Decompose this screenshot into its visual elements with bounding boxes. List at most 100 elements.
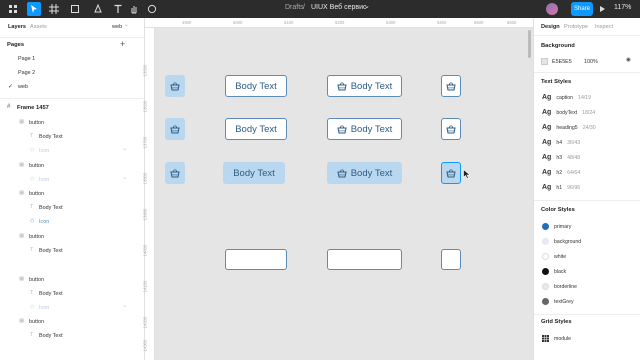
ag-icon: Ag bbox=[542, 124, 552, 131]
text-style-item[interactable]: Ag h1 96/96 bbox=[542, 184, 580, 191]
divider bbox=[0, 98, 144, 99]
text-style-name: heading5 bbox=[556, 124, 578, 131]
layer-icon[interactable]: Icon bbox=[39, 148, 49, 154]
text-layer-icon: T bbox=[30, 290, 34, 296]
share-button[interactable]: Share bbox=[571, 2, 593, 16]
color-style-item[interactable]: background bbox=[542, 238, 581, 245]
visibility-icon[interactable]: ⌣ bbox=[123, 146, 127, 153]
avatar[interactable] bbox=[546, 3, 558, 15]
color-style-item[interactable]: primary bbox=[542, 223, 571, 230]
ruler-tick: 5300 bbox=[386, 20, 396, 25]
text-style-name: h4 bbox=[556, 139, 563, 146]
shape-tool-icon[interactable] bbox=[68, 2, 82, 16]
chevron-down-icon[interactable]: ⌄ bbox=[124, 22, 129, 28]
layer-text[interactable]: Body Text bbox=[39, 134, 63, 140]
layer-button[interactable]: button bbox=[29, 191, 44, 197]
text-style-item[interactable]: Ag h3 48/48 bbox=[542, 154, 580, 161]
page-selector[interactable]: web bbox=[112, 24, 122, 30]
layer-button[interactable]: button bbox=[29, 277, 44, 283]
chevron-down-icon[interactable]: ⌄ bbox=[364, 2, 370, 10]
empty-icon-button[interactable] bbox=[441, 249, 461, 270]
tab-layers[interactable]: Layers bbox=[8, 24, 26, 30]
layer-button[interactable]: button bbox=[29, 163, 44, 169]
page-item[interactable]: Page 2 bbox=[18, 70, 35, 76]
text-style-meta: 48/48 bbox=[567, 154, 581, 161]
icon-text-button[interactable]: Body Text bbox=[327, 162, 402, 184]
text-style-name: h3 bbox=[556, 154, 563, 161]
background-opacity[interactable]: 100% bbox=[584, 59, 598, 65]
text-style-meta: 36/43 bbox=[567, 139, 581, 146]
frame-tool-icon[interactable] bbox=[47, 2, 61, 16]
icon-button[interactable] bbox=[441, 75, 461, 97]
ruler-tick: 14000 bbox=[142, 244, 148, 257]
text-style-item[interactable]: Ag bodyText 18/24 bbox=[542, 109, 595, 116]
color-swatch bbox=[542, 298, 549, 305]
zoom-level[interactable]: 117% bbox=[614, 4, 631, 11]
color-styles-title: Color Styles bbox=[541, 207, 575, 213]
text-style-meta: 14/19 bbox=[578, 94, 592, 101]
grid-style-item[interactable]: module bbox=[542, 335, 571, 342]
file-name[interactable]: UIUX Веб сервис bbox=[311, 4, 367, 11]
page-item[interactable]: Page 1 bbox=[18, 56, 35, 62]
empty-button[interactable] bbox=[327, 249, 402, 270]
layer-icon[interactable]: Icon bbox=[39, 305, 49, 311]
layer-icon[interactable]: Icon bbox=[39, 219, 49, 225]
eye-icon[interactable]: ◉ bbox=[626, 57, 631, 63]
frame-layer[interactable]: Frame 1457 bbox=[17, 105, 49, 111]
basket-icon bbox=[170, 82, 180, 91]
layer-button[interactable]: button bbox=[29, 120, 44, 126]
icon-button[interactable] bbox=[165, 75, 185, 97]
layer-text[interactable]: Body Text bbox=[39, 205, 63, 211]
text-button[interactable]: Body Text bbox=[225, 75, 287, 97]
text-style-item[interactable]: Ag heading5 24/30 bbox=[542, 124, 596, 131]
color-style-item[interactable]: borderline bbox=[542, 283, 577, 290]
layer-text[interactable]: Body Text bbox=[39, 333, 63, 339]
add-page-icon[interactable]: + bbox=[120, 39, 125, 49]
visibility-icon[interactable]: ⌣ bbox=[123, 303, 127, 310]
tab-design[interactable]: Design bbox=[541, 24, 560, 30]
hand-tool-icon[interactable] bbox=[127, 2, 141, 16]
color-style-item[interactable]: textGrey bbox=[542, 298, 574, 305]
canvas-scrollbar[interactable] bbox=[528, 30, 531, 58]
icon-button[interactable] bbox=[165, 162, 185, 184]
layer-icon[interactable]: Icon bbox=[39, 177, 49, 183]
visibility-icon[interactable]: ⌣ bbox=[123, 175, 127, 182]
text-layer-icon: T bbox=[30, 247, 34, 253]
layers-panel: Layers Assets web ⌄ Pages + Page 1 Page … bbox=[0, 18, 145, 360]
color-style-item[interactable]: white bbox=[542, 253, 566, 260]
text-button[interactable]: Body Text bbox=[225, 118, 287, 140]
present-icon[interactable] bbox=[595, 2, 609, 16]
tab-prototype[interactable]: Prototype bbox=[564, 24, 588, 30]
text-tool-icon[interactable] bbox=[111, 2, 125, 16]
layer-button[interactable]: button bbox=[29, 319, 44, 325]
text-style-item[interactable]: Ag h2 64/64 bbox=[542, 169, 580, 176]
icon-button-selected[interactable] bbox=[441, 162, 461, 184]
icon-text-button[interactable]: Body Text bbox=[327, 118, 402, 140]
pen-tool-icon[interactable] bbox=[91, 2, 105, 16]
icon-button[interactable] bbox=[441, 118, 461, 140]
figma-menu-icon[interactable] bbox=[6, 2, 20, 16]
icon-button[interactable] bbox=[165, 118, 185, 140]
text-style-item[interactable]: Ag h4 36/43 bbox=[542, 139, 580, 146]
layer-text[interactable]: Body Text bbox=[39, 248, 63, 254]
background-swatch[interactable] bbox=[541, 58, 548, 65]
component-icon: ▦ bbox=[19, 119, 25, 125]
tab-assets[interactable]: Assets bbox=[30, 24, 47, 30]
background-hex[interactable]: E5E5E5 bbox=[552, 59, 572, 65]
icon-text-button[interactable]: Body Text bbox=[327, 75, 402, 97]
breadcrumb-drafts[interactable]: Drafts bbox=[285, 4, 304, 11]
empty-button[interactable] bbox=[225, 249, 287, 270]
layer-text[interactable]: Body Text bbox=[39, 291, 63, 297]
text-style-item[interactable]: Ag caption 14/19 bbox=[542, 94, 591, 101]
tab-inspect[interactable]: Inspect bbox=[595, 24, 613, 30]
color-style-name: borderline bbox=[554, 283, 578, 290]
layer-button[interactable]: button bbox=[29, 234, 44, 240]
button-label: Body Text bbox=[350, 167, 393, 179]
page-item-active[interactable]: web bbox=[18, 84, 28, 90]
move-tool-icon[interactable] bbox=[27, 2, 41, 16]
comment-tool-icon[interactable] bbox=[145, 2, 159, 16]
color-style-item[interactable]: black bbox=[542, 268, 566, 275]
icon-layer-icon: ◇ bbox=[30, 218, 35, 224]
check-icon: ✓ bbox=[8, 84, 14, 90]
text-button[interactable]: Body Text bbox=[223, 162, 285, 184]
